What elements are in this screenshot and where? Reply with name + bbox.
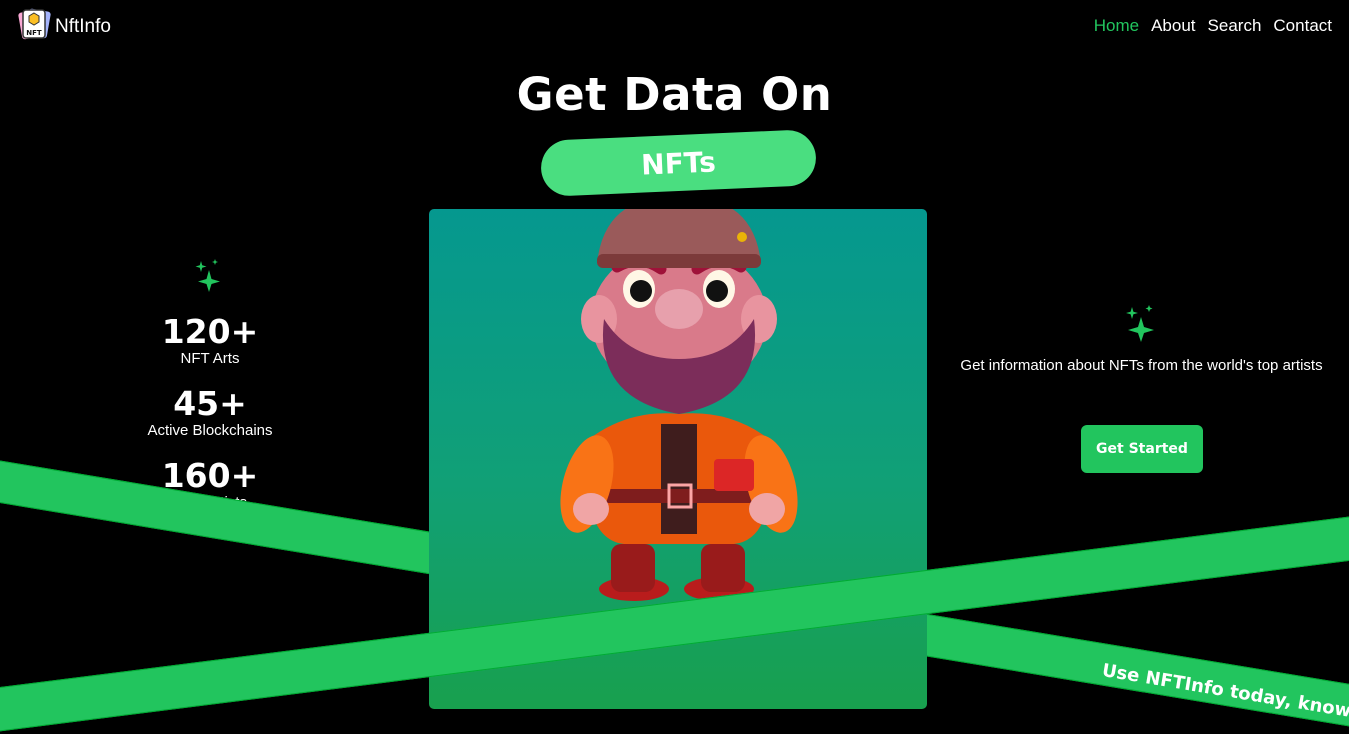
logo-label: NFT	[26, 29, 42, 37]
stat-value: 120+	[161, 312, 259, 351]
main-nav: Home About Search Contact	[1094, 16, 1332, 36]
nft-card-logo-icon: NFT	[18, 8, 51, 40]
sparkle-icon	[195, 259, 220, 292]
brand-name: NftInfo	[55, 15, 111, 37]
stat-active-blockchains: 45+ Active Blockchains	[110, 386, 310, 440]
nav-search[interactable]: Search	[1208, 16, 1262, 36]
stat-value: 45+	[173, 384, 247, 423]
get-started-button[interactable]: Get Started	[1081, 425, 1203, 473]
stat-label: NFT Arts	[180, 350, 240, 367]
brand-logo[interactable]: NFT NftInfo	[18, 8, 111, 40]
nav-about[interactable]: About	[1151, 16, 1195, 36]
hero-highlight-pill: NFTs	[539, 129, 818, 197]
nav-home[interactable]: Home	[1094, 16, 1139, 36]
nav-contact[interactable]: Contact	[1273, 16, 1332, 36]
stat-nft-arts: 120+ NFT Arts	[110, 314, 310, 368]
hero-title: Get Data On	[516, 68, 833, 121]
info-description: Get information about NFTs from the worl…	[960, 357, 1323, 374]
sparkle-icon	[1126, 305, 1154, 342]
stat-label: Active Blockchains	[147, 422, 273, 439]
